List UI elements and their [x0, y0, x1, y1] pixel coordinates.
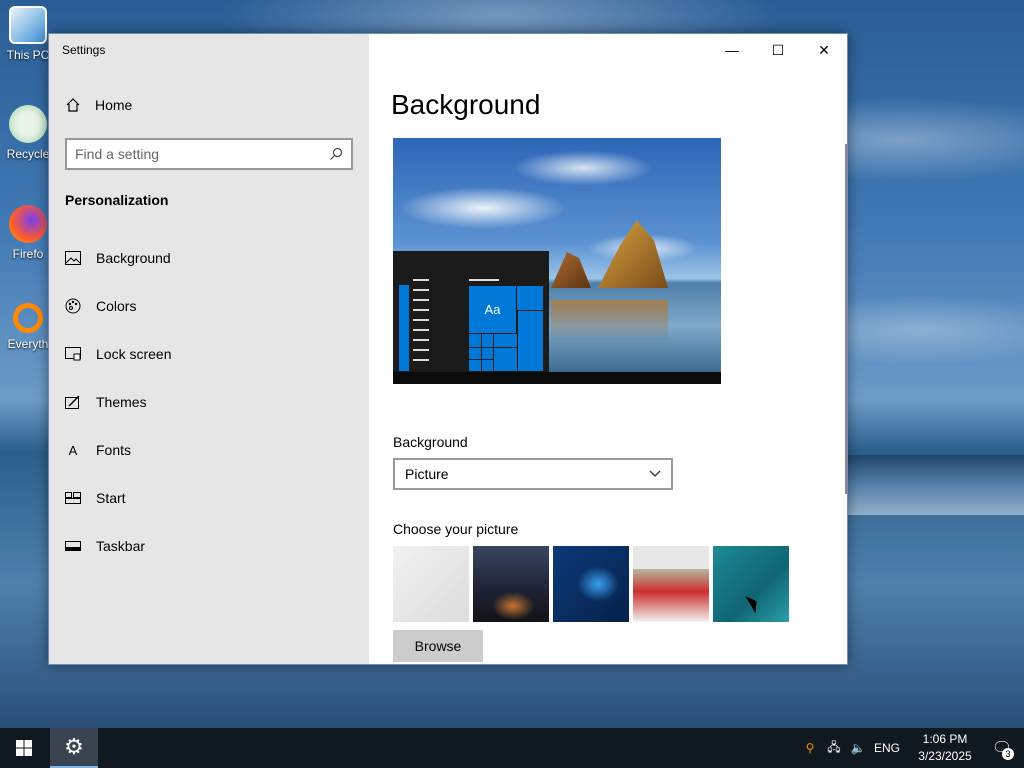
preview-menu-lines — [413, 279, 429, 369]
desktop-icon-label: Firefo — [12, 247, 44, 261]
start-button[interactable] — [0, 728, 48, 768]
window-title: Settings — [62, 43, 106, 57]
home-link[interactable]: Home — [65, 97, 132, 113]
sidebar-item-label: Lock screen — [96, 346, 172, 362]
taskbar-settings-app[interactable]: ⚙ — [50, 728, 98, 768]
desktop-icon-this-pc[interactable]: This PC — [6, 6, 50, 62]
sidebar-item-taskbar[interactable]: Taskbar — [49, 522, 369, 570]
home-label: Home — [95, 97, 133, 113]
clock-date: 3/23/2025 — [918, 749, 972, 763]
preview-tile-divider — [493, 334, 494, 371]
home-icon — [66, 98, 80, 112]
choose-picture-label: Choose your picture — [393, 521, 519, 537]
system-tray: ⚲ 🖧 🔈 ENG 1:06 PM 3/23/2025 🗨 3 — [798, 728, 1024, 768]
computer-icon — [9, 6, 47, 44]
windows-logo-icon — [16, 740, 32, 756]
clock-time: 1:06 PM — [922, 732, 968, 746]
desktop-icon-label: Recycle — [6, 147, 50, 161]
firefox-icon — [9, 205, 47, 243]
scrollbar[interactable] — [845, 144, 847, 494]
sidebar-item-label: Start — [96, 490, 126, 506]
main-content: Background Aa Background Picture Choose … — [369, 34, 847, 664]
picture-thumbnail[interactable] — [473, 546, 549, 622]
gear-icon: ⚙ — [64, 734, 84, 759]
desktop-icon-label: This PC — [6, 48, 50, 62]
lock-screen-icon — [65, 346, 81, 362]
chevron-down-icon — [649, 470, 661, 477]
background-label: Background — [393, 434, 468, 450]
desktop-icon-label: Everyth — [7, 337, 49, 351]
search-input[interactable]: Find a setting — [65, 138, 353, 170]
sidebar-item-themes[interactable]: Themes — [49, 378, 369, 426]
preview-tile-divider — [517, 310, 518, 371]
sidebar-item-label: Themes — [96, 394, 147, 410]
volume-icon[interactable]: 🔈 — [846, 741, 870, 755]
desktop-icon-everything[interactable]: Everyth — [6, 303, 50, 351]
page-title: Background — [391, 89, 541, 120]
clock[interactable]: 1:06 PM 3/23/2025 — [910, 731, 980, 765]
search-icon — [330, 147, 343, 160]
taskbar-icon — [65, 538, 81, 554]
background-dropdown-value: Picture — [405, 466, 449, 482]
preview-reflection — [551, 300, 668, 340]
preview-tile-header — [469, 279, 499, 281]
taskbar: ⚙ ⚲ 🖧 🔈 ENG 1:06 PM 3/23/2025 🗨 3 — [0, 728, 1024, 768]
sidebar-item-lock-screen[interactable]: Lock screen — [49, 330, 369, 378]
brush-icon — [65, 394, 81, 410]
browse-button[interactable]: Browse — [393, 630, 483, 662]
preview-tile-divider — [469, 347, 518, 348]
preview-tile-divider — [469, 359, 493, 360]
picture-thumbnail[interactable] — [553, 546, 629, 622]
background-preview: Aa — [393, 138, 721, 384]
picture-thumbnail[interactable] — [393, 546, 469, 622]
sidebar-item-colors[interactable]: Colors — [49, 282, 369, 330]
background-dropdown[interactable]: Picture — [393, 458, 673, 490]
sidebar-item-start[interactable]: Start — [49, 474, 369, 522]
network-icon[interactable]: 🖧 — [822, 738, 846, 759]
section-title: Personalization — [65, 192, 169, 208]
sidebar-item-background[interactable]: Background — [49, 234, 369, 282]
preview-tile-aa: Aa — [469, 286, 517, 334]
search-everything-tray-icon[interactable]: ⚲ — [798, 741, 822, 755]
sidebar-item-label: Taskbar — [96, 538, 146, 554]
palette-icon — [65, 298, 81, 314]
desktop-icon-recycle-bin[interactable]: Recycle — [6, 105, 50, 161]
desktop-icon-firefox[interactable]: Firefo — [6, 205, 50, 261]
sidebar: Settings Home Find a setting Personaliza… — [49, 34, 369, 664]
search-placeholder: Find a setting — [75, 146, 160, 162]
picture-thumbnails — [393, 546, 789, 622]
picture-thumbnail[interactable] — [633, 546, 709, 622]
action-center-button[interactable]: 🗨 3 — [980, 728, 1024, 768]
language-indicator[interactable]: ENG — [870, 741, 904, 755]
recycle-bin-icon — [9, 105, 47, 143]
notification-count: 3 — [1002, 748, 1014, 760]
preview-taskbar — [393, 372, 721, 384]
settings-window: Settings Home Find a setting Personaliza… — [48, 33, 848, 665]
nav-list: Background Colors Lock screen Themes A F… — [49, 234, 369, 570]
font-icon: A — [68, 442, 78, 458]
sidebar-item-fonts[interactable]: A Fonts — [49, 426, 369, 474]
preview-tile-divider — [517, 310, 543, 311]
preview-tile-divider — [481, 334, 482, 371]
picture-thumbnail[interactable] — [713, 546, 789, 622]
sidebar-item-label: Background — [96, 250, 171, 266]
picture-icon — [65, 250, 81, 266]
preview-start-bar — [399, 285, 409, 371]
sidebar-item-label: Colors — [96, 298, 137, 314]
sidebar-item-label: Fonts — [96, 442, 132, 458]
wallpaper-sea — [848, 455, 1024, 515]
start-icon — [65, 490, 81, 506]
everything-search-icon — [13, 303, 43, 333]
